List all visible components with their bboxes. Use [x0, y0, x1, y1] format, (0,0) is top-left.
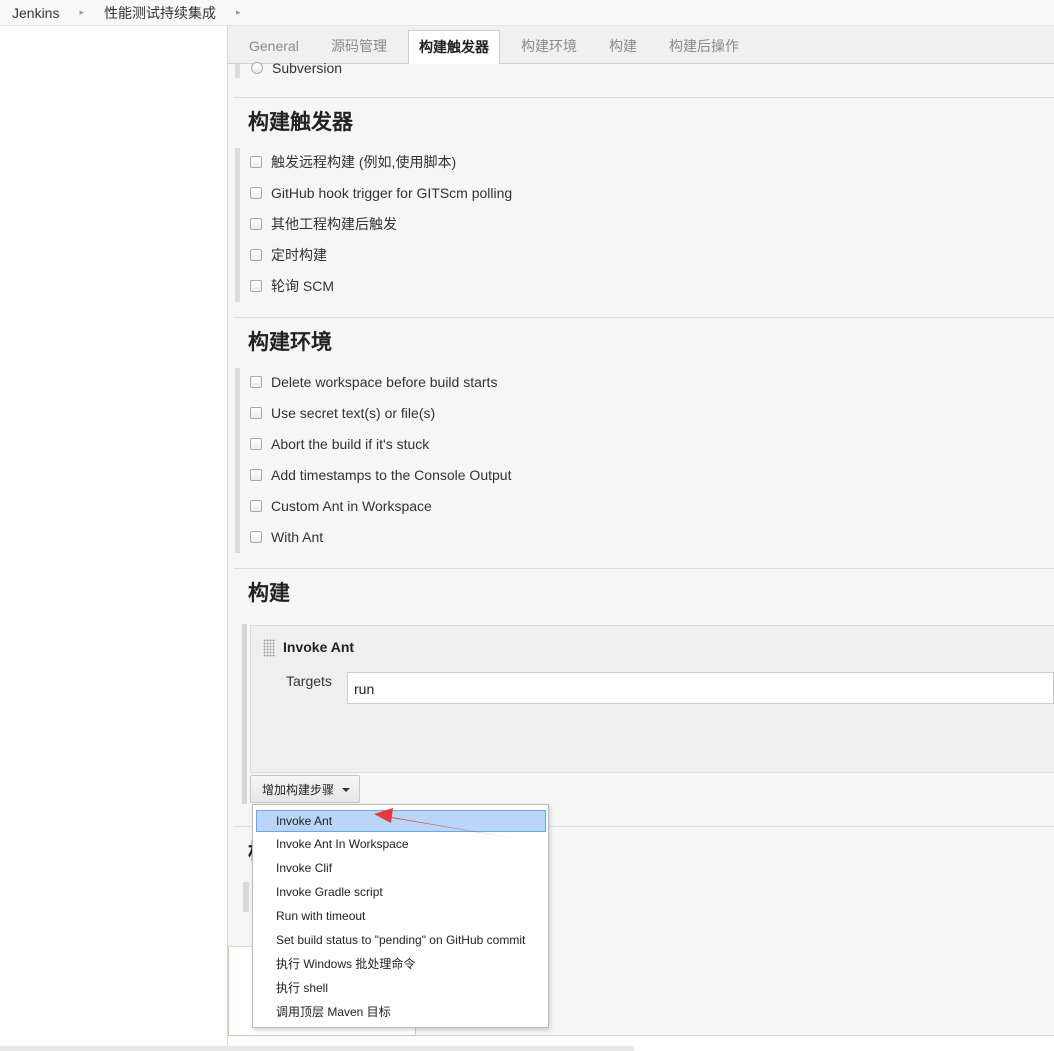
option-label: 其他工程构建后触发 — [271, 216, 397, 232]
group-bar — [235, 148, 240, 302]
menu-item-invoke-clif[interactable]: Invoke Clif — [253, 857, 548, 879]
checkbox-icon[interactable] — [250, 469, 262, 481]
trigger-periodic[interactable]: 定时构建 — [250, 245, 327, 265]
section-title-environment: 构建环境 — [248, 330, 332, 354]
option-label: Subversion — [272, 60, 343, 76]
tab-build-triggers[interactable]: 构建触发器 — [408, 30, 500, 65]
trigger-github-hook[interactable]: GitHub hook trigger for GITScm polling — [250, 183, 512, 203]
env-delete-workspace[interactable]: Delete workspace before build starts — [250, 372, 497, 392]
checkbox-icon[interactable] — [250, 500, 262, 512]
breadcrumb: Jenkins ▸ 性能测试持续集成 ▸ — [0, 0, 1054, 26]
group-bar — [235, 368, 240, 553]
menu-item-run-with-timeout[interactable]: Run with timeout — [253, 905, 548, 927]
option-label: 触发远程构建 (例如,使用脚本) — [271, 154, 457, 170]
checkbox-icon[interactable] — [250, 376, 262, 388]
breadcrumb-project[interactable]: 性能测试持续集成 — [94, 3, 226, 23]
trigger-after-other-projects[interactable]: 其他工程构建后触发 — [250, 214, 397, 234]
env-abort-if-stuck[interactable]: Abort the build if it's stuck — [250, 434, 429, 454]
build-step-title: Invoke Ant — [283, 639, 355, 655]
menu-item-invoke-ant-workspace[interactable]: Invoke Ant In Workspace — [253, 833, 548, 855]
env-custom-ant[interactable]: Custom Ant in Workspace — [250, 496, 432, 516]
env-with-ant[interactable]: With Ant — [250, 527, 323, 547]
env-secret-text[interactable]: Use secret text(s) or file(s) — [250, 403, 435, 423]
option-label: Use secret text(s) or file(s) — [271, 405, 436, 421]
checkbox-icon[interactable] — [250, 249, 262, 261]
group-bar — [235, 64, 240, 78]
add-build-step-menu: Invoke Ant Invoke Ant In Workspace Invok… — [252, 804, 549, 1028]
drag-handle-icon[interactable] — [263, 639, 275, 657]
scm-option-subversion[interactable]: Subversion — [251, 58, 342, 78]
tab-post-build[interactable]: 构建后操作 — [659, 30, 749, 64]
section-divider — [234, 97, 1054, 98]
tab-build-environment[interactable]: 构建环境 — [511, 30, 587, 64]
option-label: Add timestamps to the Console Output — [271, 467, 512, 483]
breadcrumb-chevron-icon[interactable]: ▸ — [69, 7, 94, 18]
menu-item-invoke-gradle[interactable]: Invoke Gradle script — [253, 881, 548, 903]
option-label: 轮询 SCM — [271, 278, 334, 294]
menu-item-github-pending[interactable]: Set build status to "pending" on GitHub … — [253, 929, 548, 951]
caret-down-icon — [342, 788, 350, 792]
checkbox-icon[interactable] — [250, 407, 262, 419]
section-divider — [234, 317, 1054, 318]
checkbox-icon[interactable] — [250, 156, 262, 168]
add-build-step-label: 增加构建步骤 — [262, 782, 335, 797]
menu-item-windows-batch[interactable]: 执行 Windows 批处理命令 — [253, 953, 548, 975]
option-label: Delete workspace before build starts — [271, 374, 498, 390]
checkbox-icon[interactable] — [250, 218, 262, 230]
option-label: With Ant — [271, 529, 324, 545]
add-build-step-button[interactable]: 增加构建步骤 — [250, 775, 360, 803]
checkbox-icon[interactable] — [250, 531, 262, 543]
section-title-build: 构建 — [248, 581, 290, 605]
menu-item-shell[interactable]: 执行 shell — [253, 977, 548, 999]
option-label: Abort the build if it's stuck — [271, 436, 430, 452]
targets-input[interactable]: run — [347, 672, 1054, 704]
menu-item-maven[interactable]: 调用顶层 Maven 目标 — [253, 1001, 548, 1023]
tab-build[interactable]: 构建 — [599, 30, 647, 64]
breadcrumb-chevron-icon[interactable]: ▸ — [226, 7, 251, 18]
breadcrumb-jenkins[interactable]: Jenkins — [0, 5, 69, 21]
step-divider — [250, 772, 1054, 773]
option-label: Custom Ant in Workspace — [271, 498, 432, 514]
section-title-triggers: 构建触发器 — [248, 110, 353, 134]
radio-icon[interactable] — [251, 62, 263, 74]
checkbox-icon[interactable] — [250, 280, 262, 292]
menu-item-invoke-ant[interactable]: Invoke Ant — [256, 810, 546, 832]
env-timestamps[interactable]: Add timestamps to the Console Output — [250, 465, 511, 485]
option-label: 定时构建 — [271, 247, 327, 263]
section-divider — [234, 568, 1054, 569]
checkbox-icon[interactable] — [250, 438, 262, 450]
trigger-poll-scm[interactable]: 轮询 SCM — [250, 276, 334, 296]
group-bar — [243, 882, 249, 912]
side-panel — [0, 26, 228, 1051]
horizontal-scrollbar[interactable] — [0, 1046, 634, 1051]
trigger-remote[interactable]: 触发远程构建 (例如,使用脚本) — [250, 152, 456, 172]
config-tabbar: General 源码管理 构建触发器 构建环境 构建 构建后操作 — [228, 26, 1054, 65]
option-label: GitHub hook trigger for GITScm polling — [271, 185, 513, 201]
targets-label: Targets — [286, 673, 332, 689]
checkbox-icon[interactable] — [250, 187, 262, 199]
